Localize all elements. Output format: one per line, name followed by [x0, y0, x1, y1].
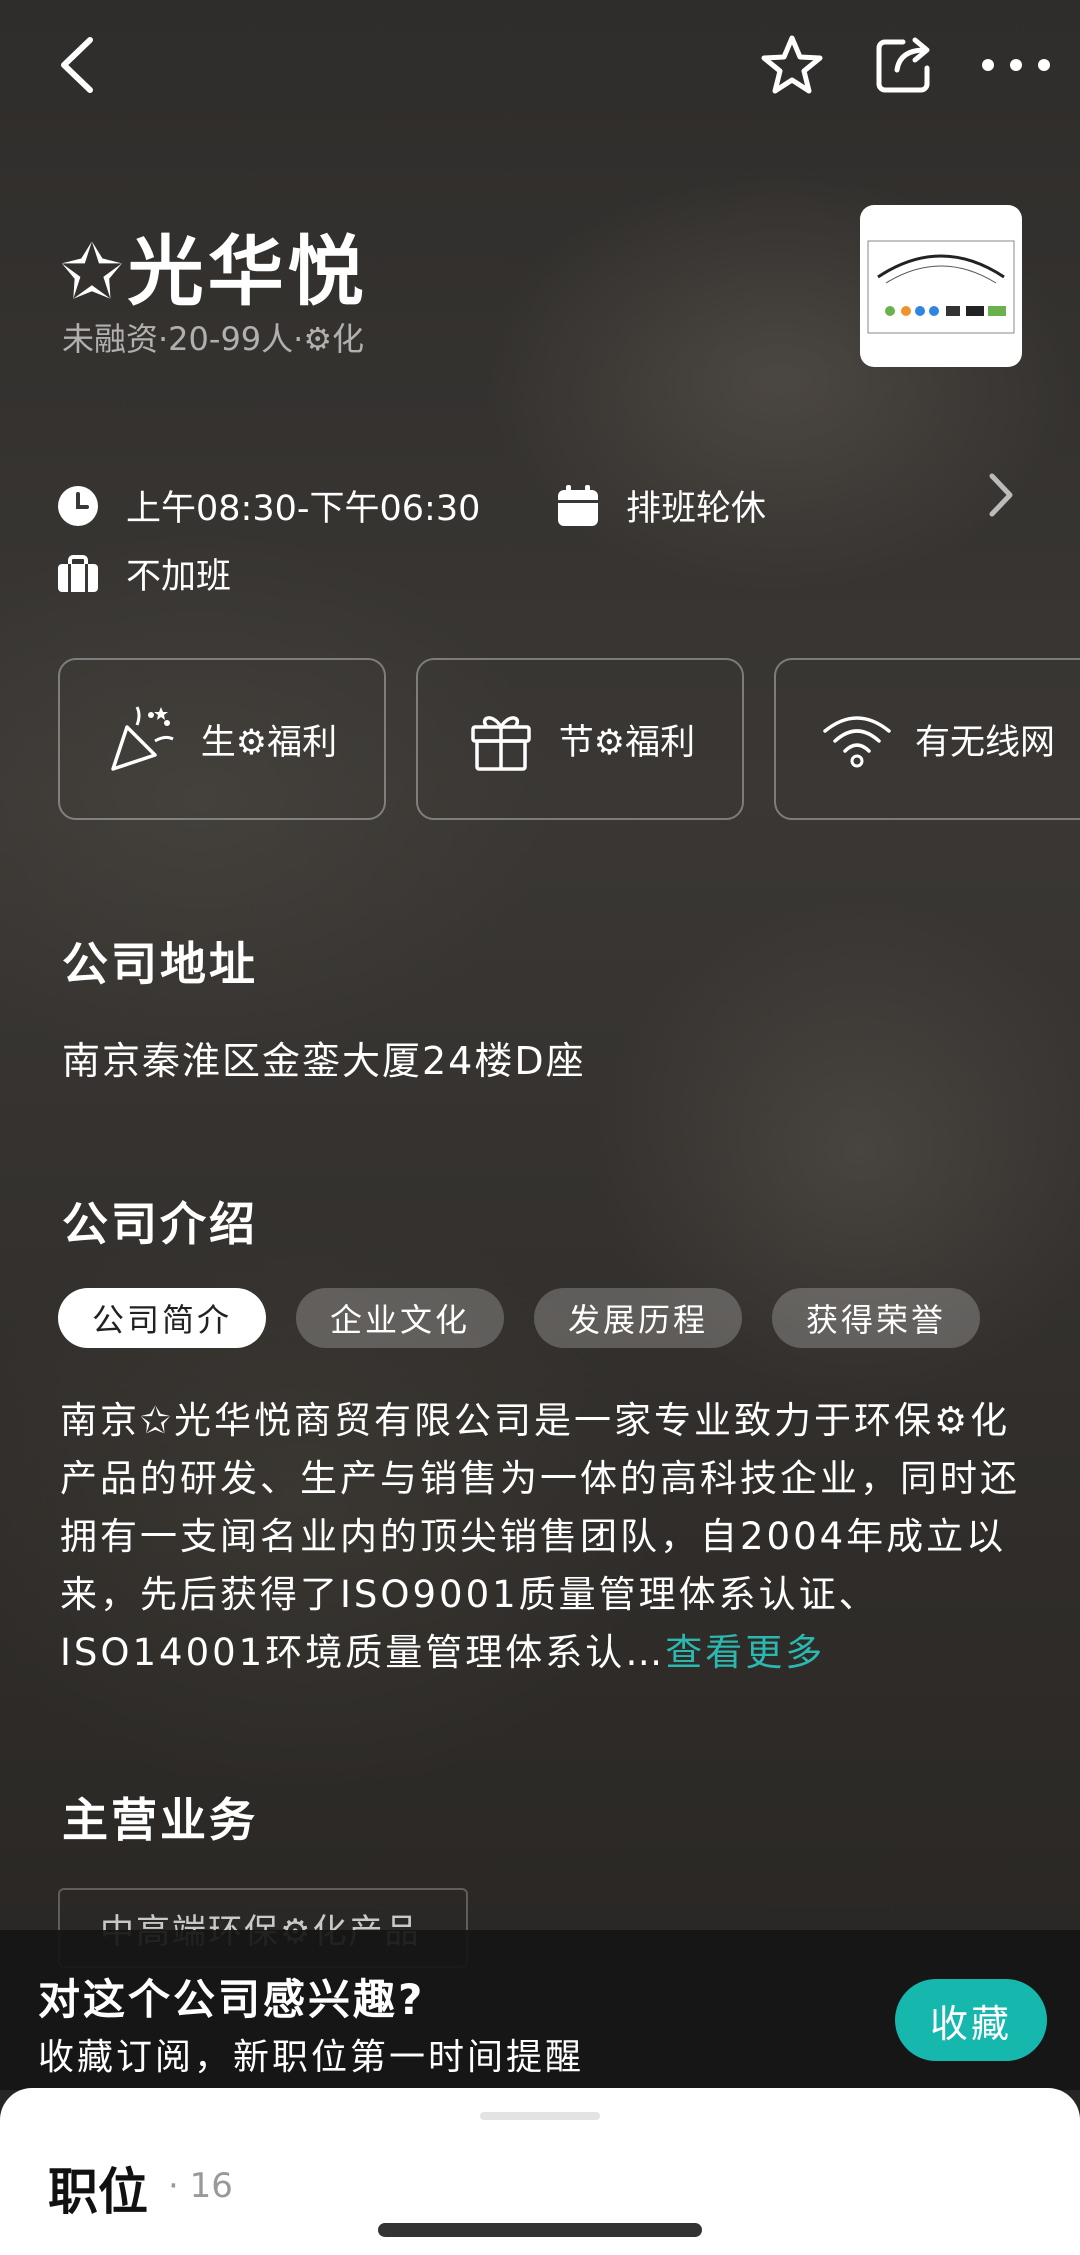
intro-text-block: 南京✩光华悦商贸有限公司是一家专业致力于环保⚙化产品的研发、生产与销售为一体的高…: [60, 1392, 1025, 1682]
back-button[interactable]: [52, 30, 112, 100]
jobs-title: 职位: [48, 2163, 148, 2221]
subscribe-title: 对这个公司感兴趣?: [38, 1975, 426, 2024]
benefit-card[interactable]: 有无线网: [774, 658, 1080, 820]
top-actions: [756, 32, 1052, 98]
chevron-left-icon: [61, 37, 93, 93]
overtime-row: 不加班: [56, 548, 231, 599]
clock-icon: [58, 485, 98, 526]
company-name: ✩光华悦: [60, 227, 368, 316]
home-indicator[interactable]: [378, 2223, 702, 2237]
subscribe-description: 收藏订阅，新职位第一时间提醒: [38, 2037, 585, 2078]
work-info-detail-button[interactable]: [980, 470, 1020, 520]
more-dots-icon: [982, 59, 1050, 71]
chevron-right-icon: [989, 473, 1013, 517]
collect-button[interactable]: 收藏: [895, 1979, 1047, 2061]
intro-tabs: 公司简介 企业文化 发展历程 获得荣誉: [58, 1288, 981, 1348]
sheet-drag-handle[interactable]: [480, 2112, 600, 2120]
business-section-title: 主营业务: [62, 1793, 258, 1847]
benefit-label: 节⚙福利: [558, 722, 696, 763]
overtime-text: 不加班: [126, 557, 232, 597]
favorite-button[interactable]: [756, 32, 828, 98]
work-hours-text: 上午08:30-下午06:30: [126, 489, 481, 529]
benefit-card[interactable]: 节⚙福利: [416, 658, 744, 820]
star-icon: [761, 35, 823, 94]
address-section-title: 公司地址: [62, 937, 258, 991]
company-seal-logo: [867, 240, 1015, 334]
work-hours-row: 上午08:30-下午06:30: [56, 480, 480, 531]
intro-section-title: 公司介绍: [62, 1197, 258, 1251]
schedule-text: 排班轮休: [626, 489, 767, 529]
company-page: ✩光华悦 未融资·20-99人·⚙化 上午08:30-下午06:30 排班轮休 …: [0, 0, 1080, 2255]
intro-text: 南京✩光华悦商贸有限公司是一家专业致力于环保⚙化产品的研发、生产与销售为一体的高…: [60, 1399, 1020, 1674]
benefits-list: 生⚙福利 节⚙福利 有无线网: [58, 658, 1080, 820]
tab-honors[interactable]: 获得荣誉: [772, 1288, 981, 1348]
company-address[interactable]: 南京秦淮区金銮大厦24楼D座: [62, 1030, 586, 1085]
benefit-label: 生⚙福利: [200, 722, 338, 763]
jobs-count: · 16: [168, 2166, 233, 2206]
benefit-card[interactable]: 生⚙福利: [58, 658, 386, 820]
calendar-icon: [558, 484, 598, 526]
company-meta: 未融资·20-99人·⚙化: [62, 320, 365, 358]
wifi-icon: [823, 716, 891, 768]
see-more-link[interactable]: 查看更多: [665, 1631, 825, 1674]
briefcase-icon: [58, 554, 98, 592]
share-icon: [876, 37, 930, 93]
company-logo: [860, 205, 1022, 367]
tab-development-history[interactable]: 发展历程: [534, 1288, 743, 1348]
schedule-row: 排班轮休: [556, 480, 766, 531]
share-button[interactable]: [868, 32, 940, 98]
tab-company-profile[interactable]: 公司简介: [58, 1288, 267, 1348]
tab-company-culture[interactable]: 企业文化: [296, 1288, 505, 1348]
more-button[interactable]: [980, 32, 1052, 98]
gift-icon: [471, 716, 531, 771]
benefit-label: 有无线网: [914, 722, 1055, 763]
party-popper-icon: [111, 706, 174, 771]
